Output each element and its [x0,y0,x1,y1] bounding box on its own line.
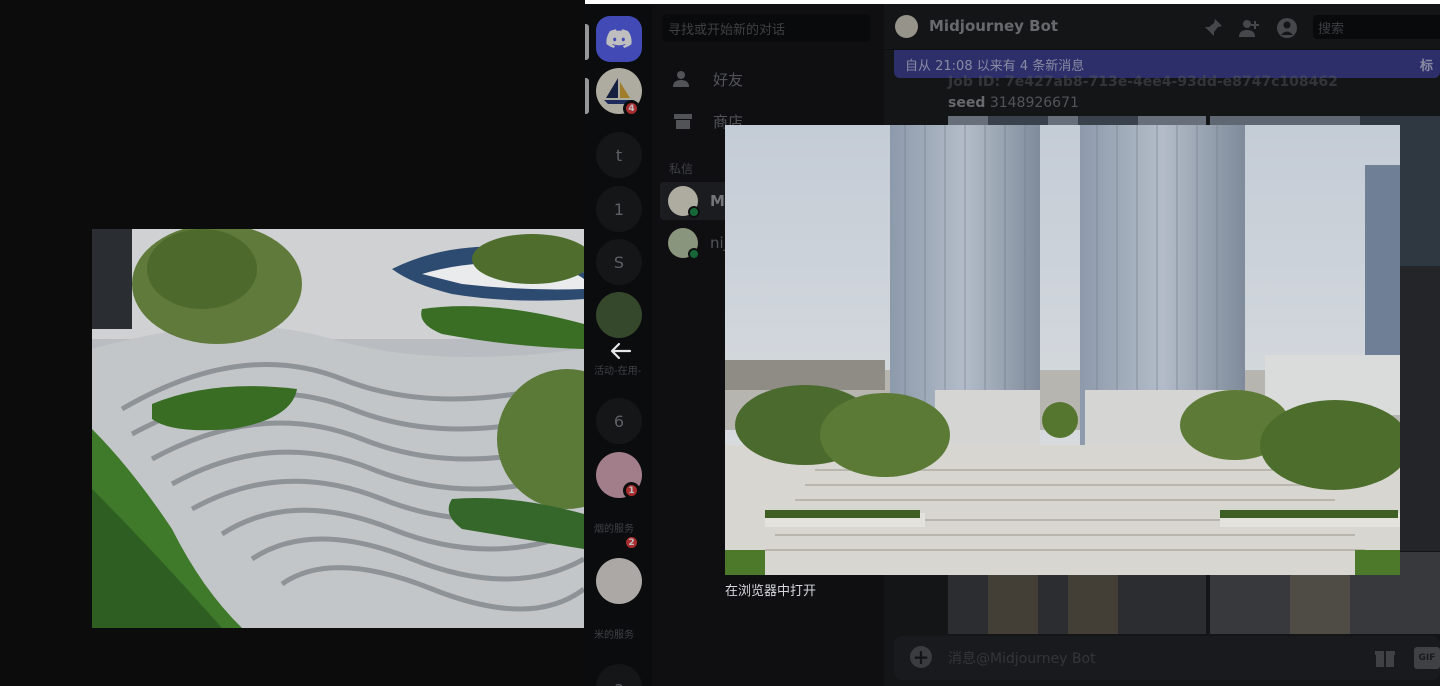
lightbox-image[interactable] [725,125,1400,575]
server-label-service-2: 米的服务 [594,630,634,641]
dm-nav-friends[interactable]: 好友 [660,60,878,98]
server-6[interactable]: 6 [596,398,642,444]
online-status-icon [688,206,700,218]
server-pill-indicator [585,24,589,60]
photo-viewer [0,0,585,686]
friends-label: 好友 [713,70,744,89]
gif-button[interactable]: GIF [1414,647,1440,669]
add-friend-icon[interactable] [1238,17,1260,39]
friends-icon [672,70,694,88]
generated-image-tile[interactable] [1400,266,1440,551]
mark-read-button[interactable]: 标 [1420,55,1440,74]
screen: 4 t 1 S 活动-在用- 6 1 烟的服务 2 米的服务 a 寻找或开始新的… [0,0,1440,686]
message-composer: + 消息@Midjourney Bot GIF [894,636,1440,680]
avatar [895,15,918,38]
avatar [668,228,700,260]
seed-line: seed 3148926671 [948,95,1079,111]
arrow-left-icon[interactable] [608,338,634,364]
home-button[interactable] [596,16,642,62]
unread-badge: 4 [623,100,640,117]
seed-value: 3148926671 [989,95,1079,111]
server-avatar-person[interactable] [596,558,642,604]
channel-title: Midjourney Bot [929,17,1059,35]
avatar [668,186,700,218]
chat-header: Midjourney Bot 搜索 [884,4,1440,50]
discord-logo-icon [606,29,632,48]
server-t[interactable]: t [596,132,642,178]
server-pill-indicator [585,78,589,114]
online-status-icon [688,248,700,260]
unread-badge: 2 [623,534,640,551]
dm-search-input[interactable]: 寻找或开始新的对话 [662,14,870,42]
open-in-browser-link[interactable]: 在浏览器中打开 [725,580,816,599]
dm-section-heading: 私信 [669,162,694,176]
seed-label: seed [948,95,986,111]
new-messages-text: 自从 21:08 以来有 4 条新消息 [905,59,1085,74]
job-id-text: Job ID: 7e427ab8-713e-4ee4-93dd-e8747c10… [948,74,1338,90]
server-label-activity: 活动-在用- [594,366,642,377]
unread-badge: 1 [623,482,640,499]
landscape-steps-photo [92,229,584,628]
server-s[interactable]: S [596,239,642,285]
user-profile-icon[interactable] [1276,17,1298,39]
message-input[interactable]: 消息@Midjourney Bot [948,648,1096,668]
gift-icon[interactable] [1374,646,1396,668]
server-1[interactable]: 1 [596,186,642,232]
server-a[interactable]: a [596,664,642,686]
server-avatar-nature[interactable] [596,292,642,338]
add-attachment-icon[interactable]: + [910,646,932,668]
server-label-service: 烟的服务 [594,524,634,535]
channel-search-input[interactable]: 搜索 [1313,15,1440,39]
shop-icon [672,112,694,130]
pin-icon[interactable] [1202,17,1224,39]
